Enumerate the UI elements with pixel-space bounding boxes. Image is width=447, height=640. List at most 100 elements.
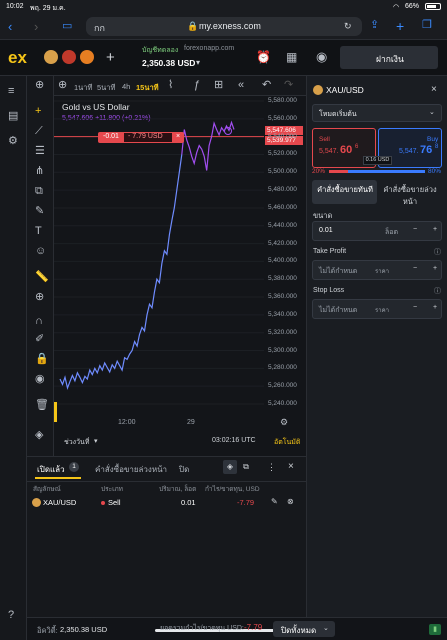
close-all-button[interactable]: ปิดทั้งหมด ⌄ [273, 621, 335, 637]
chevron-down-icon[interactable]: ▾ [94, 437, 98, 445]
position-tag[interactable]: -0.01 - 7.79 USD × [98, 132, 184, 143]
y-tick-label: 5,420.000 [268, 239, 297, 247]
close-position-icon[interactable]: ⊗ [287, 497, 294, 506]
btc-tab-icon[interactable] [80, 50, 94, 64]
close-panel-icon[interactable]: × [288, 461, 294, 472]
exness-logo[interactable]: ex [8, 48, 27, 68]
info-icon[interactable]: ⓘ [434, 247, 441, 257]
info-icon[interactable]: ⓘ [434, 286, 441, 296]
profile-icon[interactable]: ◉ [316, 50, 327, 63]
take-profit-input[interactable]: ไม่ได้กำหนด ราคา − + [312, 260, 442, 280]
status-date: พฤ. 29 ม.ค. [30, 5, 66, 12]
y-tick-label: 5,440.000 [268, 221, 297, 229]
price-chart[interactable]: Gold vs US Dollar 5,547.606 +11.800 (+0.… [54, 96, 306, 456]
tab-pending-order[interactable]: คำสั่งซื้อขายล่วงหน้า [377, 180, 442, 206]
take-profit-increase-button[interactable]: + [433, 265, 437, 272]
stop-loss-increase-button[interactable]: + [433, 304, 437, 311]
calendar-icon[interactable]: ▤ [8, 111, 18, 122]
help-icon[interactable]: ? [8, 610, 14, 621]
usd-tab-icon[interactable] [62, 50, 76, 64]
redo-icon[interactable]: ↷ [284, 80, 293, 91]
book-icon[interactable]: ▭ [62, 21, 72, 32]
sell-dot-icon [101, 501, 105, 505]
magnet-icon[interactable]: ∩ [35, 316, 43, 327]
timeframe-5m[interactable]: 5นาที [97, 82, 115, 94]
apps-grid-icon[interactable]: ▦ [286, 51, 297, 63]
deposit-button[interactable]: ฝากเงิน [340, 46, 438, 69]
eye-icon[interactable]: ◉ [35, 374, 45, 385]
trash-icon[interactable]: 🗑 [35, 400, 49, 411]
tab-pending-orders[interactable]: คำสั่งซื้อขายล่วงหน้า [95, 463, 167, 476]
take-profit-unit[interactable]: ราคา [375, 266, 389, 276]
stop-loss-decrease-button[interactable]: − [413, 304, 417, 311]
url-bar[interactable]: กก 🔒 my.exness.com ↻ [86, 17, 362, 36]
pencil-lock-icon[interactable]: ✐ [35, 334, 44, 345]
rewind-icon[interactable]: « [238, 80, 244, 91]
volume-input[interactable]: 0.01 ล็อต − + [312, 221, 442, 241]
horizontal-lines-icon[interactable]: ☰ [35, 146, 45, 157]
emoji-icon[interactable]: ☺ [35, 246, 46, 257]
signal-icon[interactable]: ▮ [429, 624, 441, 635]
ruler-icon[interactable]: 📏 [35, 272, 49, 283]
zoom-in-icon[interactable]: ⊕ [35, 292, 44, 303]
back-icon[interactable]: ‹ [8, 20, 12, 33]
xau-tab-icon[interactable] [44, 50, 58, 64]
share-icon[interactable]: ⇪ [370, 20, 379, 31]
open-count-badge: 1 [69, 462, 79, 472]
more-options-icon[interactable]: ⋮ [267, 462, 276, 473]
timeframe-1m[interactable]: 1นาที [74, 82, 92, 94]
new-tab-icon[interactable]: + [396, 19, 404, 33]
trendline-icon[interactable]: ⟋ [35, 126, 43, 137]
table-row[interactable]: XAU/USD Sell 0.01 -7.79 ✎ ⊗ [27, 493, 306, 513]
y-tick-label: 5,500.000 [268, 168, 297, 176]
add-indicator-icon[interactable]: ⊕ [58, 80, 67, 91]
add-indicator-icon[interactable]: ⊕ [35, 80, 44, 91]
auto-scale-button[interactable]: อัตโนมัติ [274, 437, 300, 448]
date-range-button[interactable]: ช่วงวันที่ [64, 437, 89, 448]
alert-marker-icon[interactable] [224, 127, 232, 135]
stop-loss-input[interactable]: ไม่ได้กำหนด ราคา − + [312, 299, 442, 319]
account-balance[interactable]: 2,350.38 USD [142, 58, 195, 68]
forward-icon[interactable]: › [34, 20, 38, 33]
chart-scroll-handle[interactable] [54, 402, 57, 422]
menu-icon[interactable]: ≡ [8, 86, 14, 97]
stop-loss-unit[interactable]: ราคา [375, 305, 389, 315]
pitchfork-icon[interactable]: ⋔ [35, 166, 44, 177]
mode-select[interactable]: โหมดเริ่มต้น ⌄ [312, 104, 442, 122]
edit-icon[interactable]: ✎ [271, 497, 278, 506]
text-tool-icon[interactable]: T [35, 226, 42, 237]
crosshair-icon[interactable]: + [35, 106, 41, 117]
tabs-icon[interactable]: ❐ [422, 20, 432, 31]
tab-market-order[interactable]: คำสั่งซื้อขายทันที [312, 180, 377, 204]
active-tab-underline [35, 477, 81, 479]
fib-icon[interactable]: ⧉ [35, 186, 43, 197]
chart-type-icon[interactable]: ⌇ [168, 80, 173, 91]
tab-open-positions[interactable]: เปิดแล้ว [37, 463, 65, 476]
volume-unit: ล็อต [385, 229, 399, 236]
volume-value: 0.01 [319, 227, 333, 234]
chart-settings-icon[interactable]: ⚙ [280, 418, 288, 427]
reload-icon[interactable]: ↻ [344, 21, 352, 32]
undo-icon[interactable]: ↶ [262, 80, 271, 91]
y-tick-label: 5,360.000 [268, 293, 297, 301]
volume-increase-button[interactable]: + [433, 226, 437, 233]
collapse-icon[interactable]: ◈ [223, 460, 237, 474]
close-panel-icon[interactable]: × [431, 84, 437, 95]
tab-closed[interactable]: ปิด [179, 463, 189, 476]
volume-decrease-button[interactable]: − [413, 226, 417, 233]
indicators-icon[interactable]: ƒ [194, 80, 200, 91]
take-profit-decrease-button[interactable]: − [413, 265, 417, 272]
timeframe-4h[interactable]: 4h [122, 82, 130, 91]
layers-icon[interactable]: ◈ [35, 430, 43, 441]
chevron-down-icon[interactable]: ▾ [196, 58, 200, 67]
y-tick-label: 5,260.000 [268, 382, 297, 390]
lock-icon[interactable]: 🔒 [35, 354, 49, 365]
alarm-icon[interactable]: ⏰ [256, 51, 271, 63]
settings-icon[interactable]: ⚙ [8, 136, 18, 147]
add-instrument-icon[interactable]: + [106, 50, 115, 65]
stack-icon[interactable]: ⧉ [239, 460, 253, 474]
layout-grid-icon[interactable]: ⊞ [214, 80, 223, 91]
close-position-icon[interactable]: × [176, 133, 180, 140]
brush-icon[interactable]: ✎ [35, 206, 44, 217]
timeframe-15m[interactable]: 15นาที [136, 82, 159, 94]
